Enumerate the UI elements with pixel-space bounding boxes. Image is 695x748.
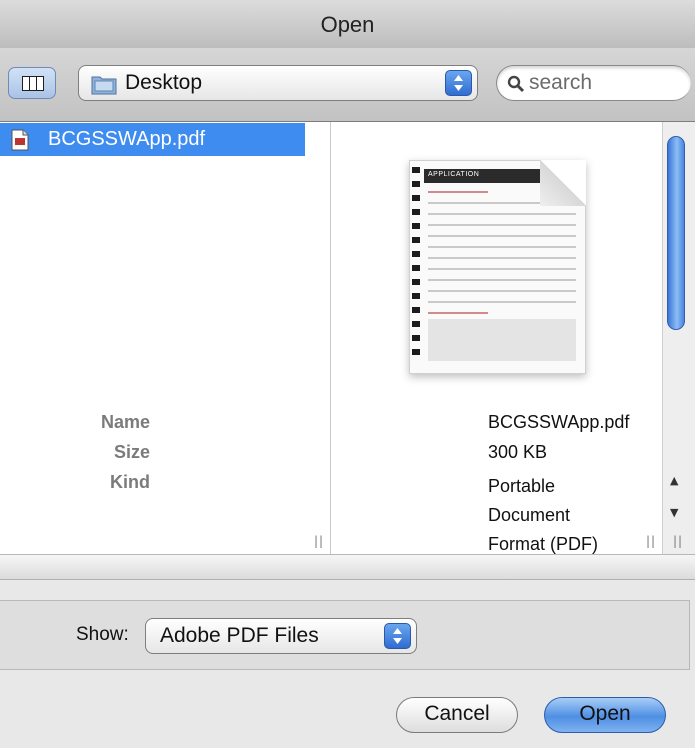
scrollbar-thumb[interactable] [667, 136, 685, 330]
info-value: Portable Document Format (PDF) [488, 476, 598, 554]
thumbnail-title: APPLICATION [428, 171, 480, 178]
up-down-arrows-icon [393, 628, 402, 644]
page-curl-graphic [540, 160, 586, 206]
toolbar: Desktop search [0, 48, 695, 122]
file-name: BCGSSWApp.pdf [48, 128, 206, 150]
search-icon [507, 75, 525, 93]
pdf-file-icon [11, 129, 29, 151]
location-popup[interactable]: Desktop [78, 65, 478, 101]
file-browser: BCGSSWApp.pdf || APPLICATION Name BCGSSW… [0, 122, 695, 554]
file-filter-panel: Show: Adobe PDF Files [0, 600, 690, 670]
document-thumbnail: APPLICATION [409, 160, 586, 374]
title-bar[interactable]: Open [0, 0, 695, 49]
spiral-binding-graphic [412, 167, 420, 355]
thumbnail-header: APPLICATION [424, 169, 546, 183]
info-label: Name [100, 412, 150, 432]
info-value: 300 KB [488, 442, 548, 462]
file-format-popup[interactable]: Adobe PDF Files [145, 618, 417, 654]
scroll-down-arrow-icon[interactable]: ▼ [670, 506, 678, 519]
thumbnail-form-box [428, 319, 576, 361]
horizontal-scrollbar[interactable] [0, 554, 695, 580]
folder-icon [91, 76, 117, 95]
location-stepper[interactable] [445, 70, 472, 96]
cancel-button[interactable]: Cancel [396, 697, 518, 733]
filter-label: Show: [76, 624, 129, 645]
open-dialog: Open Desktop search BCGSSWApp.pdf || APP… [0, 0, 695, 748]
location-label: Desktop [125, 71, 203, 94]
file-format-value: Adobe PDF Files [160, 624, 319, 647]
window-title: Open [320, 12, 375, 37]
scrollbar-resize-handle[interactable]: || [673, 534, 683, 548]
preview-pane: APPLICATION Name BCGSSWApp.pdf Size 300 [101, 122, 662, 554]
column-view-icon [22, 76, 44, 91]
scroll-up-arrow-icon[interactable]: ▲ [670, 474, 678, 487]
info-label: Size [113, 442, 150, 462]
file-format-stepper[interactable] [384, 623, 411, 649]
preview-resize-handle[interactable]: || [646, 534, 656, 548]
column-view-button[interactable] [8, 67, 56, 99]
info-label: Kind [110, 472, 150, 492]
search-field[interactable]: search [496, 65, 691, 101]
info-value: BCGSSWApp.pdf [488, 412, 630, 432]
file-row[interactable]: BCGSSWApp.pdf [0, 123, 305, 156]
thumbnail-form-lines [428, 191, 576, 323]
column-resize-handle[interactable]: || [314, 534, 324, 548]
up-down-arrows-icon [454, 75, 463, 91]
vertical-scrollbar[interactable]: ▲ ▼ || [662, 122, 695, 554]
search-placeholder: search [529, 71, 593, 94]
open-button[interactable]: Open [544, 697, 666, 733]
